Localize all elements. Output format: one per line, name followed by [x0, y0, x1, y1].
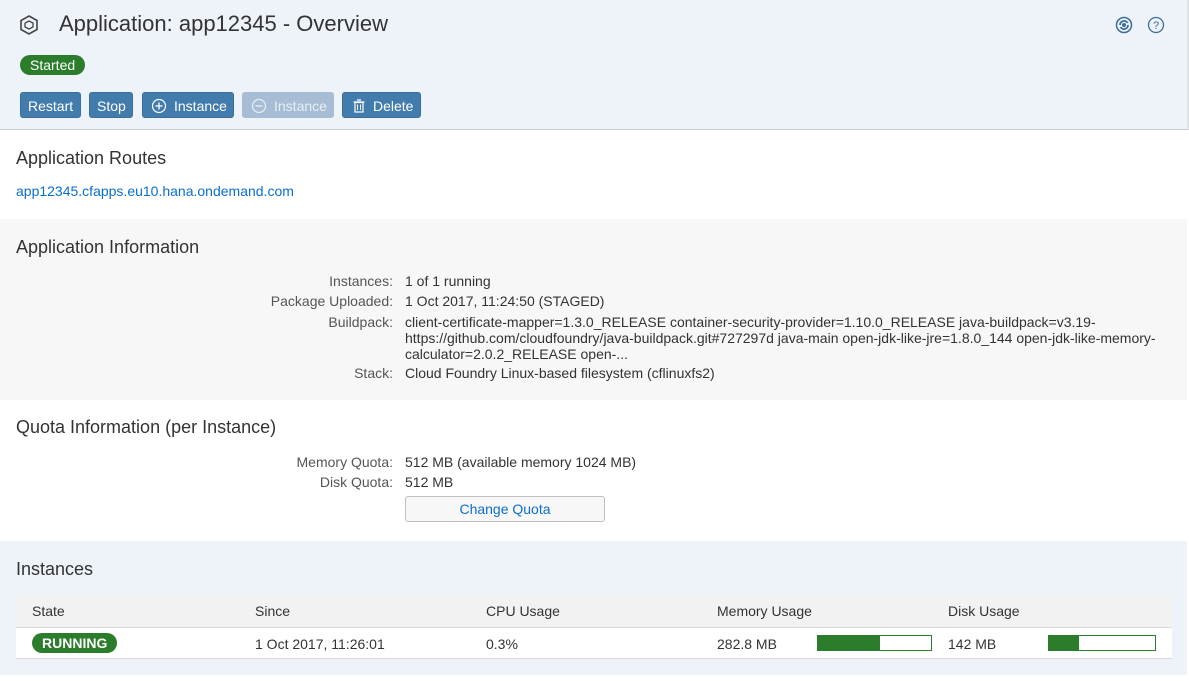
delete-button[interactable]: Delete	[342, 92, 421, 118]
disk-usage-fill	[1049, 636, 1079, 650]
routes-section: Application Routes app12345.cfapps.eu10.…	[0, 130, 1187, 219]
instance-cpu: 0.3%	[486, 636, 518, 652]
instances-label: Instances:	[329, 273, 393, 289]
page-header: Application: app12345 - Overview ? Start…	[0, 0, 1189, 130]
buildpack-label: Buildpack:	[328, 314, 393, 330]
instances-section: Instances State Since CPU Usage Memory U…	[0, 541, 1187, 675]
column-header-state[interactable]: State	[32, 603, 65, 619]
instance-disk: 142 MB	[948, 636, 997, 652]
app-info-section: Application Information Instances: 1 of …	[0, 219, 1187, 400]
status-badge: Started	[20, 55, 86, 75]
table-row[interactable]: RUNNING 1 Oct 2017, 11:26:01 0.3% 282.8 …	[16, 628, 1172, 659]
page-title: Application: app12345 - Overview	[59, 11, 388, 36]
app-cube-icon	[20, 15, 38, 35]
column-header-cpu[interactable]: CPU Usage	[486, 603, 560, 619]
instance-state-badge: RUNNING	[32, 633, 118, 653]
memory-quota-label: Memory Quota:	[296, 454, 393, 470]
column-header-since[interactable]: Since	[255, 603, 290, 619]
quota-title: Quota Information (per Instance)	[16, 417, 277, 437]
table-header: State Since CPU Usage Memory Usage Disk …	[16, 595, 1172, 628]
trash-icon	[353, 99, 365, 113]
instances-value: 1 of 1 running	[405, 273, 491, 289]
instances-title: Instances	[16, 559, 94, 579]
sync-icon[interactable]	[1115, 16, 1133, 34]
change-quota-button[interactable]: Change Quota	[405, 496, 605, 522]
remove-instance-button[interactable]: Instance	[242, 92, 334, 118]
memory-quota-value: 512 MB (available memory 1024 MB)	[405, 454, 637, 470]
add-instance-button[interactable]: Instance	[142, 92, 234, 118]
memory-usage-bar	[817, 635, 932, 651]
stop-button[interactable]: Stop	[89, 92, 133, 118]
column-header-disk[interactable]: Disk Usage	[948, 603, 1020, 619]
help-icon[interactable]: ?	[1147, 16, 1165, 34]
restart-button[interactable]: Restart	[20, 92, 81, 118]
add-circle-icon	[151, 98, 167, 114]
column-header-memory[interactable]: Memory Usage	[717, 603, 812, 619]
package-value: 1 Oct 2017, 11:24:50 (STAGED)	[405, 293, 605, 309]
remove-circle-icon	[251, 98, 267, 114]
disk-quota-value: 512 MB	[405, 474, 454, 490]
instance-memory: 282.8 MB	[717, 636, 777, 652]
memory-usage-fill	[818, 636, 881, 650]
buildpack-value: client-certificate-mapper=1.3.0_RELEASE …	[405, 314, 1156, 362]
stack-value: Cloud Foundry Linux-based filesystem (cf…	[405, 365, 715, 381]
app-info-title: Application Information	[16, 237, 200, 257]
disk-usage-bar	[1048, 635, 1156, 651]
quota-section: Quota Information (per Instance) Memory …	[0, 400, 1187, 541]
svg-text:?: ?	[1153, 20, 1159, 32]
routes-title: Application Routes	[16, 148, 167, 168]
package-label: Package Uploaded:	[270, 293, 393, 309]
instance-since: 1 Oct 2017, 11:26:01	[255, 636, 385, 652]
stack-label: Stack:	[354, 365, 393, 381]
disk-quota-label: Disk Quota:	[319, 474, 393, 490]
route-link[interactable]: app12345.cfapps.eu10.hana.ondemand.com	[16, 183, 294, 199]
